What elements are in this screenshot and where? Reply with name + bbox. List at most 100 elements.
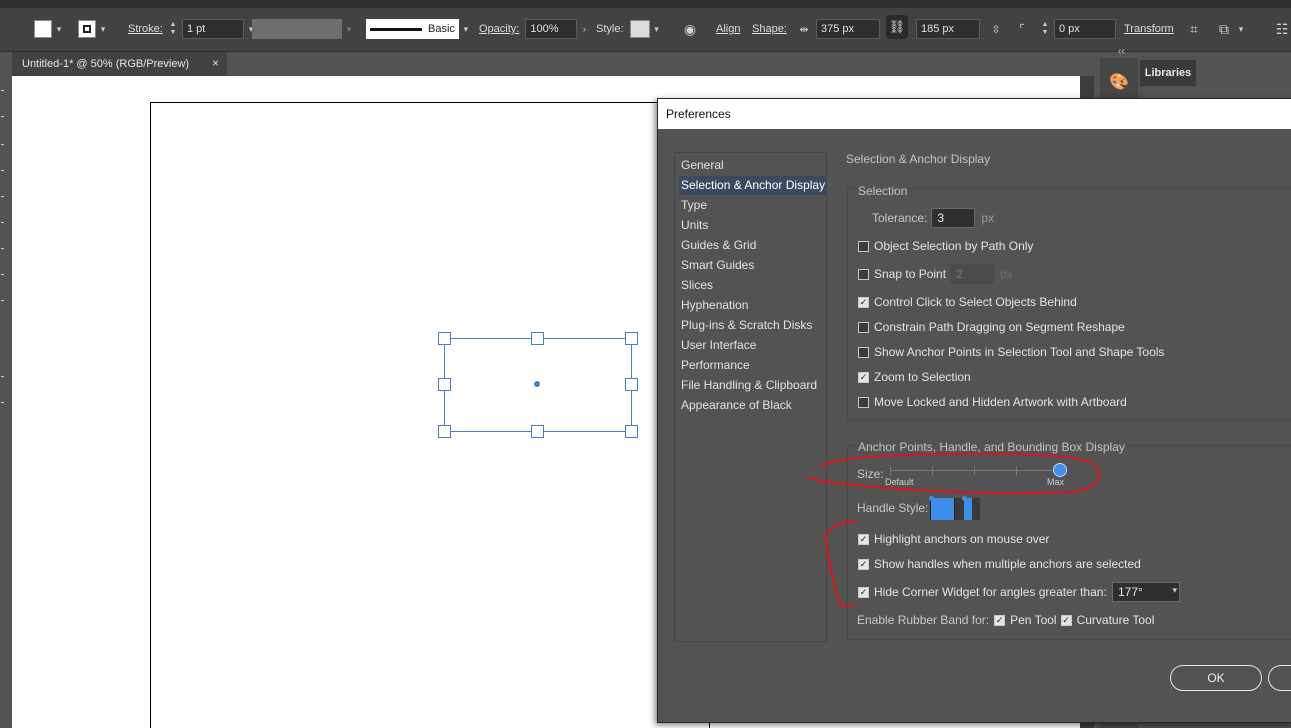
handle-style-label: Handle Style:: [857, 501, 929, 515]
category-plugins-scratch-disks[interactable]: Plug-ins & Scratch Disks: [679, 316, 814, 335]
size-slider-knob[interactable]: [1053, 463, 1067, 477]
category-appearance-of-black[interactable]: Appearance of Black: [679, 396, 794, 415]
category-general[interactable]: General: [679, 156, 726, 175]
category-performance[interactable]: Performance: [679, 356, 752, 375]
libraries-tab[interactable]: Libraries: [1140, 60, 1196, 86]
bbox-handle-bottom[interactable]: [531, 425, 544, 438]
constrain-path-row[interactable]: Constrain Path Dragging on Segment Resha…: [858, 320, 1125, 334]
category-file-handling-clipboard[interactable]: File Handling & Clipboard: [679, 376, 819, 395]
transform-button[interactable]: Transform: [1124, 23, 1174, 35]
opacity-field[interactable]: 100%: [525, 19, 578, 39]
stroke-dropdown-icon[interactable]: ▾: [96, 19, 110, 39]
align-button[interactable]: Align: [716, 23, 740, 35]
isolate-dropdown-icon[interactable]: ▾: [1234, 19, 1248, 39]
opacity-label[interactable]: Opacity:: [479, 23, 519, 35]
move-locked-row[interactable]: Move Locked and Hidden Artwork with Artb…: [858, 395, 1127, 409]
variable-width-dropdown-icon[interactable]: ▾: [342, 19, 356, 39]
stroke-label[interactable]: Stroke:: [128, 23, 163, 35]
pen-tool-label: Pen Tool: [1010, 613, 1057, 627]
style-label: Style:: [596, 23, 624, 35]
bbox-handle-top-right[interactable]: [625, 332, 638, 345]
show-handles-row[interactable]: ✓ Show handles when multiple anchors are…: [858, 557, 1141, 571]
link-dimensions-button[interactable]: ⛓: [886, 15, 908, 39]
zoom-to-selection-checkbox[interactable]: ✓: [858, 371, 869, 383]
corner-angle-input[interactable]: 177° ▾: [1112, 582, 1180, 602]
document-tab[interactable]: Untitled-1* @ 50% (RGB/Preview) ×: [12, 52, 227, 76]
color-palette-icon[interactable]: 🎨: [1107, 72, 1131, 92]
show-anchor-points-row[interactable]: Show Anchor Points in Selection Tool and…: [858, 345, 1164, 359]
category-list: General Selection & Anchor Display Type …: [674, 152, 828, 642]
shape-height-field[interactable]: 185 px: [916, 19, 980, 39]
control-click-row[interactable]: ✓ Control Click to Select Objects Behind: [858, 295, 1077, 309]
category-units[interactable]: Units: [679, 216, 710, 235]
close-tab-icon[interactable]: ×: [212, 56, 219, 70]
bbox-handle-bottom-left[interactable]: [438, 425, 451, 438]
snap-to-point-checkbox[interactable]: [858, 268, 869, 280]
show-anchor-points-checkbox[interactable]: [858, 346, 869, 358]
category-guides-grid[interactable]: Guides & Grid: [679, 236, 758, 255]
corner-type-icon[interactable]: ⌜: [1012, 19, 1032, 39]
bbox-handle-top[interactable]: [531, 332, 544, 345]
object-selection-by-path-checkbox[interactable]: [858, 240, 869, 252]
hide-corner-widget-row[interactable]: ✓ Hide Corner Widget for angles greater …: [858, 585, 1107, 599]
category-type[interactable]: Type: [679, 196, 709, 215]
highlight-anchors-row[interactable]: ✓ Highlight anchors on mouse over: [858, 532, 1049, 546]
category-hyphenation[interactable]: Hyphenation: [679, 296, 750, 315]
zoom-to-selection-row[interactable]: ✓ Zoom to Selection: [858, 370, 971, 384]
bbox-handle-right[interactable]: [625, 378, 638, 391]
stroke-weight-field[interactable]: 1 pt: [182, 19, 244, 39]
cancel-button[interactable]: [1268, 665, 1291, 691]
shape-label[interactable]: Shape:: [752, 23, 787, 35]
move-locked-checkbox[interactable]: [858, 396, 869, 408]
hide-corner-widget-label: Hide Corner Widget for angles greater th…: [874, 585, 1107, 599]
show-handles-checkbox[interactable]: ✓: [858, 558, 869, 570]
constrain-path-checkbox[interactable]: [858, 321, 869, 333]
fill-swatch[interactable]: [34, 20, 52, 38]
object-selection-by-path-row[interactable]: Object Selection by Path Only: [858, 239, 1033, 253]
shape-width-field[interactable]: 375 px: [816, 19, 880, 39]
control-click-checkbox[interactable]: ✓: [858, 296, 869, 308]
transform-reference-icon[interactable]: ⌗: [1184, 19, 1204, 39]
height-icon: ⇳: [991, 23, 1001, 36]
graphic-style-swatch[interactable]: [629, 20, 650, 38]
category-user-interface[interactable]: User Interface: [679, 336, 758, 355]
category-smart-guides[interactable]: Smart Guides: [679, 256, 756, 275]
bbox-handle-left[interactable]: [438, 378, 451, 391]
shape-center-point[interactable]: [534, 381, 540, 387]
corner-angle-dropdown-icon[interactable]: ▾: [1172, 585, 1177, 596]
control-bar: ▾ ▾ Stroke: ▲ ▼ 1 pt ▾ ▾ Basic ▾ Opacity:…: [0, 8, 1291, 52]
curvature-tool-label: Curvature Tool: [1076, 613, 1155, 627]
brush-definition[interactable]: Basic: [366, 19, 459, 39]
brush-dropdown-icon[interactable]: ▾: [459, 19, 473, 39]
ok-button[interactable]: OK: [1170, 665, 1262, 691]
fill-dropdown-icon[interactable]: ▾: [52, 19, 66, 39]
hide-corner-widget-checkbox[interactable]: ✓: [858, 586, 869, 598]
handle-style-hollow-option[interactable]: [955, 496, 980, 520]
category-slices[interactable]: Slices: [679, 276, 715, 295]
pen-tool-checkbox[interactable]: ✓: [994, 614, 1006, 626]
bbox-handle-top-left[interactable]: [438, 332, 451, 345]
dialog-title: Preferences: [658, 99, 1291, 129]
show-anchor-points-label: Show Anchor Points in Selection Tool and…: [874, 345, 1165, 359]
stroke-swatch[interactable]: [78, 20, 96, 38]
corner-radius-field[interactable]: 0 px: [1054, 19, 1116, 39]
control-panel-menu-icon[interactable]: ☷: [1272, 19, 1291, 39]
snap-to-point-row[interactable]: Snap to Point 2 px: [858, 264, 1013, 284]
snap-to-point-label: Snap to Point: [874, 267, 947, 281]
curvature-tool-checkbox[interactable]: ✓: [1060, 614, 1072, 626]
tolerance-input[interactable]: 3: [931, 208, 976, 228]
corner-spinner-icon[interactable]: ▲ ▼: [1040, 19, 1050, 39]
isolate-object-icon[interactable]: ⧉: [1214, 19, 1234, 39]
graphic-style-dropdown-icon[interactable]: ▾: [650, 19, 664, 39]
recolor-artwork-icon[interactable]: ◉: [680, 19, 700, 39]
highlight-anchors-checkbox[interactable]: ✓: [858, 533, 869, 545]
handle-style-solid-option[interactable]: [929, 496, 955, 520]
variable-width-profile[interactable]: [252, 19, 342, 39]
bbox-handle-bottom-right[interactable]: [625, 425, 638, 438]
collapse-panels-icon[interactable]: ‹‹: [1118, 46, 1125, 57]
category-selection-anchor-display[interactable]: Selection & Anchor Display: [679, 176, 828, 195]
size-label: Size:: [857, 467, 884, 481]
stroke-spinner-icon[interactable]: ▲ ▼: [168, 19, 178, 39]
opacity-expand-icon[interactable]: ›: [577, 19, 591, 39]
width-icon: ⇹: [799, 23, 809, 36]
